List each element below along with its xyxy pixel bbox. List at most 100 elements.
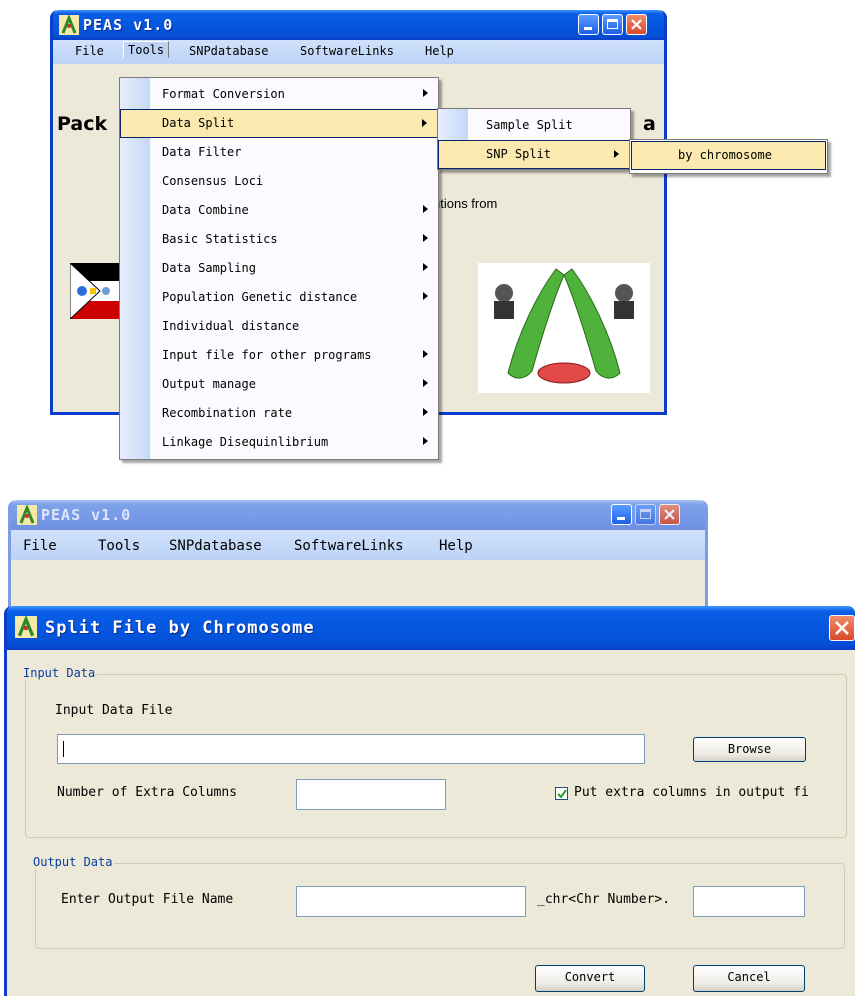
extra-columns-field[interactable] bbox=[296, 779, 446, 810]
input-file-field[interactable] bbox=[57, 734, 645, 764]
close-icon bbox=[631, 19, 642, 30]
bottom-menubar: File Tools SNPdatabase SoftwareLinks Hel… bbox=[11, 530, 705, 560]
tools-menu-item[interactable]: Data Filter bbox=[120, 138, 438, 167]
put-extra-label[interactable]: Put extra columns in output fi bbox=[574, 785, 809, 800]
menu-help[interactable]: Help bbox=[425, 44, 454, 58]
data-split-submenu: Sample Split SNP Split bbox=[437, 108, 631, 170]
menu-item-label: SNP Split bbox=[486, 147, 552, 161]
tools-menu-item[interactable]: Input file for other programs bbox=[120, 341, 438, 370]
menu-item-label: Population Genetic distance bbox=[162, 290, 358, 304]
menu-item-label: Consensus Loci bbox=[162, 174, 264, 188]
menu-item-label: Linkage Disequinlibrium bbox=[162, 435, 329, 449]
put-extra-checkbox[interactable] bbox=[555, 787, 568, 800]
top-window-title: PEAS v1.0 bbox=[83, 16, 174, 34]
tools-menu: Format Conversion Data Split Data Filter Co… bbox=[119, 77, 439, 460]
submenu-arrow-icon bbox=[423, 437, 428, 445]
dialog-title: Split File by Chromosome bbox=[45, 618, 315, 638]
convert-button[interactable]: Convert bbox=[535, 965, 645, 992]
menu-item-snp-split[interactable]: SNP Split bbox=[438, 140, 630, 169]
bottom-main-window: PEAS v1.0 File Tools SNPdatabase Softwar… bbox=[8, 500, 708, 610]
minimize-button[interactable] bbox=[611, 504, 632, 525]
maximize-icon bbox=[607, 19, 618, 29]
close-icon bbox=[835, 621, 849, 635]
submenu-arrow-icon bbox=[423, 379, 428, 387]
menu-item-label: Data Sampling bbox=[162, 261, 256, 275]
convert-button-label: Convert bbox=[564, 970, 616, 984]
flag-logo bbox=[70, 263, 120, 319]
submenu-arrow-icon bbox=[423, 263, 428, 271]
menu-softwarelinks[interactable]: SoftwareLinks bbox=[294, 538, 404, 554]
submenu-arrow-icon bbox=[423, 89, 428, 97]
peas-app-icon bbox=[59, 15, 79, 35]
submenu-arrow-icon bbox=[423, 350, 428, 358]
menu-item-label: Basic Statistics bbox=[162, 232, 278, 246]
checkmark-icon bbox=[557, 789, 567, 799]
browse-button-label: Browse bbox=[727, 742, 772, 756]
tools-menu-item[interactable]: Data Combine bbox=[120, 196, 438, 225]
output-name-field[interactable] bbox=[296, 886, 526, 917]
menu-snpdatabase[interactable]: SNPdatabase bbox=[189, 44, 268, 58]
bottom-window-titlebar[interactable]: PEAS v1.0 bbox=[11, 500, 705, 530]
menu-item-by-chromosome[interactable]: by chromosome bbox=[631, 141, 826, 170]
tools-menu-item[interactable]: Format Conversion bbox=[120, 80, 438, 109]
tools-menu-item[interactable]: Basic Statistics bbox=[120, 225, 438, 254]
menu-item-label: Data Split bbox=[162, 116, 235, 130]
minimize-icon bbox=[617, 517, 625, 520]
browse-button[interactable]: Browse bbox=[693, 737, 806, 762]
submenu-arrow-icon bbox=[423, 234, 428, 242]
menu-item-label: Input file for other programs bbox=[162, 348, 372, 362]
submenu-arrow-icon bbox=[423, 205, 428, 213]
minimize-button[interactable] bbox=[578, 14, 599, 35]
content-heading-right: a bbox=[643, 113, 656, 135]
content-heading-left: Pack bbox=[57, 113, 108, 135]
tools-menu-item[interactable]: Data Sampling bbox=[120, 254, 438, 283]
tools-menu-item[interactable]: Data Split bbox=[120, 109, 438, 138]
input-file-label: Input Data File bbox=[55, 703, 173, 718]
menu-item-label: Format Conversion bbox=[162, 87, 285, 101]
menu-file[interactable]: File bbox=[75, 44, 104, 58]
output-data-legend: Output Data bbox=[31, 855, 115, 869]
menu-tools[interactable]: Tools bbox=[98, 538, 140, 554]
split-by-chromosome-dialog: Split File by Chromosome Input Data Inpu… bbox=[4, 606, 855, 996]
tools-menu-item[interactable]: Linkage Disequinlibrium bbox=[120, 428, 438, 457]
close-icon bbox=[664, 509, 675, 520]
extra-columns-label: Number of Extra Columns bbox=[57, 785, 238, 800]
extension-field[interactable] bbox=[693, 886, 805, 917]
menu-tools[interactable]: Tools bbox=[123, 41, 170, 58]
submenu-arrow-icon bbox=[422, 119, 427, 127]
close-button[interactable] bbox=[659, 504, 680, 525]
menu-softwarelinks[interactable]: SoftwareLinks bbox=[300, 44, 394, 58]
bottom-window-title: PEAS v1.0 bbox=[41, 506, 132, 524]
dialog-close-button[interactable] bbox=[829, 615, 855, 641]
submenu-arrow-icon bbox=[423, 408, 428, 416]
dialog-titlebar[interactable]: Split File by Chromosome bbox=[7, 606, 855, 650]
menu-item-sample-split[interactable]: Sample Split bbox=[438, 111, 630, 140]
submenu-arrow-icon bbox=[423, 292, 428, 300]
maximize-button[interactable] bbox=[635, 504, 656, 525]
snp-split-submenu: by chromosome bbox=[629, 139, 828, 174]
menu-item-label: Individual distance bbox=[162, 319, 300, 333]
menu-file[interactable]: File bbox=[23, 538, 57, 554]
peas-logo bbox=[478, 263, 650, 393]
input-data-legend: Input Data bbox=[21, 666, 98, 680]
menu-snpdatabase[interactable]: SNPdatabase bbox=[169, 538, 262, 554]
tools-menu-item[interactable]: Individual distance bbox=[120, 312, 438, 341]
tools-menu-item[interactable]: Recombination rate bbox=[120, 399, 438, 428]
menu-help[interactable]: Help bbox=[439, 538, 473, 554]
top-window-titlebar[interactable]: PEAS v1.0 bbox=[53, 10, 664, 40]
maximize-icon bbox=[640, 509, 651, 519]
menu-item-label: Sample Split bbox=[486, 118, 573, 132]
menu-item-label: by chromosome bbox=[678, 148, 772, 162]
maximize-button[interactable] bbox=[602, 14, 623, 35]
close-button[interactable] bbox=[626, 14, 647, 35]
tools-menu-item[interactable]: Consensus Loci bbox=[120, 167, 438, 196]
menu-item-label: Data Filter bbox=[162, 145, 242, 159]
peas-app-icon bbox=[15, 616, 37, 638]
submenu-arrow-icon bbox=[614, 150, 619, 158]
cancel-button[interactable]: Cancel bbox=[693, 965, 805, 992]
tools-menu-item[interactable]: Population Genetic distance bbox=[120, 283, 438, 312]
minimize-icon bbox=[584, 27, 592, 30]
tools-menu-item[interactable]: Output manage bbox=[120, 370, 438, 399]
peas-app-icon bbox=[17, 505, 37, 525]
text-cursor bbox=[63, 741, 64, 757]
